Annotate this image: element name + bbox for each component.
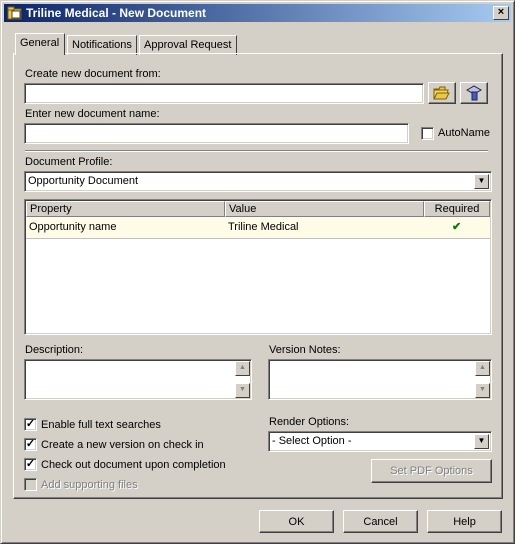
create-from-input[interactable] [24,83,424,104]
browse-template-button[interactable] [460,82,488,104]
chevron-down-icon[interactable]: ▼ [474,174,489,189]
document-name-label: Enter new document name: [25,108,160,120]
cancel-button[interactable]: Cancel [343,510,418,533]
table-row[interactable]: Opportunity name Triline Medical ✔ [26,217,490,239]
version-notes-label: Version Notes: [269,344,341,356]
check-out-checkbox[interactable]: ✓ [24,458,37,471]
folder-document-icon [7,6,22,20]
tab-general-label: General [20,37,60,49]
new-version-label: Create a new version on check in [41,439,204,451]
supporting-files-checkbox [24,478,37,491]
column-header-required[interactable]: Required [424,201,490,217]
help-button[interactable]: Help [427,510,502,533]
cancel-label: Cancel [363,516,398,528]
render-options-label: Render Options: [269,416,350,428]
new-version-checkbox[interactable]: ✓ [24,438,37,451]
description-textarea[interactable]: ▲ ▼ [24,359,252,400]
title-bar[interactable]: Triline Medical - New Document × [4,4,511,22]
full-text-search-checkbox[interactable]: ✓ [24,418,37,431]
required-check-icon: ✔ [452,221,462,233]
column-header-value[interactable]: Value [225,201,424,217]
version-notes-textarea[interactable]: ▲ ▼ [268,359,492,400]
render-options-select[interactable]: - Select Option - ▼ [268,431,492,452]
checkmark-icon: ✓ [25,438,36,450]
scroll-down-icon[interactable]: ▼ [475,383,490,398]
checkmark-icon: ✓ [25,418,36,430]
column-header-value-label: Value [229,203,257,215]
close-icon: × [497,6,505,18]
close-button[interactable]: × [493,6,509,20]
create-from-label: Create new document from: [25,68,161,80]
ok-label: OK [288,516,305,528]
tab-notifications-label: Notifications [72,39,132,51]
template-document-icon [465,85,483,101]
scroll-up-icon[interactable]: ▲ [235,361,250,376]
set-pdf-options-button[interactable]: Set PDF Options [371,459,492,483]
checkmark-icon: ✓ [25,458,36,470]
tab-approval-request[interactable]: Approval Request [139,35,237,55]
chevron-down-icon[interactable]: ▼ [474,434,489,449]
description-label: Description: [25,344,84,356]
column-header-required-label: Required [434,203,480,215]
autoname-label: AutoName [438,127,490,139]
document-profile-label: Document Profile: [25,156,113,168]
tab-approval-request-label: Approval Request [144,39,232,51]
set-pdf-options-label: Set PDF Options [390,465,473,477]
check-out-label: Check out document upon completion [41,459,226,471]
supporting-files-label: Add supporting files [41,479,138,491]
browse-folder-button[interactable] [428,82,456,104]
column-header-property-label: Property [30,203,72,215]
help-label: Help [453,516,476,528]
open-folder-icon [433,86,450,100]
scroll-down-icon[interactable]: ▼ [235,383,250,398]
tab-notifications[interactable]: Notifications [67,35,137,55]
render-options-value: - Select Option - [272,435,352,447]
separator [25,150,488,152]
row-property: Opportunity name [29,221,117,233]
scroll-up-icon[interactable]: ▲ [475,361,490,376]
document-profile-value: Opportunity Document [28,175,139,187]
new-document-dialog: Triline Medical - New Document × General… [0,0,515,544]
full-text-search-label: Enable full text searches [41,419,161,431]
ok-button[interactable]: OK [259,510,334,533]
row-value: Triline Medical [228,221,299,233]
properties-grid: Property Value Required Opportunity name… [24,199,492,335]
tab-general[interactable]: General [15,33,65,55]
window-title: Triline Medical - New Document [26,6,207,20]
document-name-input[interactable] [24,123,409,144]
autoname-checkbox[interactable] [421,127,434,140]
document-profile-select[interactable]: Opportunity Document ▼ [24,171,492,192]
column-header-property[interactable]: Property [26,201,225,217]
